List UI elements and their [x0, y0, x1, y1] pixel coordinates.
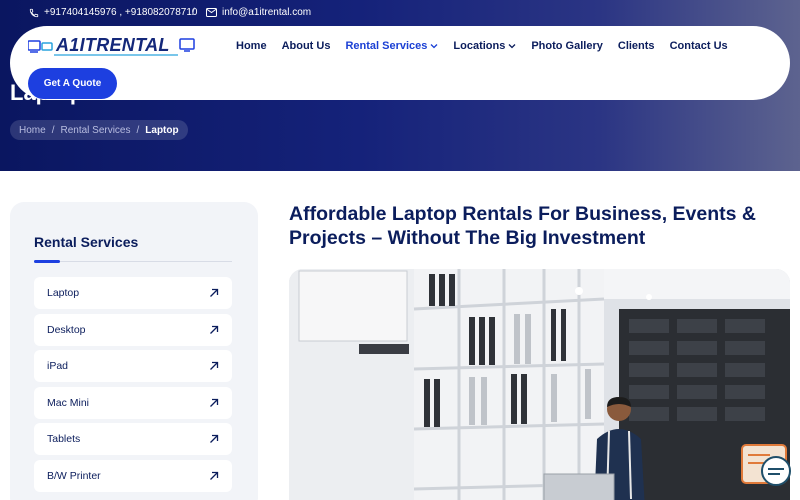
email-address: info@a1itrental.com — [222, 7, 312, 18]
chevron-down-icon — [430, 40, 438, 52]
nav-label: Rental Services — [345, 40, 428, 52]
phone-contact[interactable]: +917404145976 , +918082078710 — [29, 7, 198, 18]
nav-label: Clients — [617, 40, 655, 52]
arrow-up-right-icon — [209, 288, 219, 298]
arrow-up-right-icon — [209, 398, 219, 408]
sidebar-item-desktop[interactable]: Desktop — [34, 313, 232, 346]
nav-locations[interactable]: Locations — [453, 40, 516, 52]
nav-rental-services[interactable]: Rental Services — [345, 40, 438, 52]
nav-contact-us[interactable]: Contact Us — [670, 40, 728, 52]
site-logo[interactable]: A1ITRENTAL — [28, 35, 198, 59]
sidebar-item-mac-mini[interactable]: Mac Mini — [34, 386, 232, 419]
breadcrumb-rental-services[interactable]: Rental Services — [60, 125, 130, 136]
arrow-up-right-icon — [209, 471, 219, 481]
arrow-up-right-icon — [209, 361, 219, 371]
breadcrumb-current: Laptop — [145, 124, 179, 136]
nav-label: Locations — [453, 40, 506, 52]
nav-label: About Us — [281, 40, 331, 52]
nav-label: Contact Us — [669, 40, 728, 52]
phone-numbers: +917404145976 , +918082078710 — [44, 7, 198, 18]
mail-icon — [206, 8, 217, 17]
logo-text: A1ITRENTAL — [56, 35, 170, 55]
nav-label: Home — [236, 40, 267, 52]
breadcrumb: Home / Rental Services / Laptop — [10, 120, 188, 140]
nav-home[interactable]: Home — [236, 40, 267, 52]
sidebar-item-bw-printer[interactable]: B/W Printer — [34, 459, 232, 492]
nav-clients[interactable]: Clients — [618, 40, 655, 52]
chevron-down-icon — [508, 40, 516, 52]
topbar-separator: / — [192, 7, 195, 18]
get-a-quote-button[interactable]: Get A Quote — [28, 68, 117, 99]
nav-about-us[interactable]: About Us — [282, 40, 331, 52]
sidebar-title-accent — [34, 260, 60, 263]
phone-icon — [29, 8, 39, 18]
arrow-up-right-icon — [209, 325, 219, 335]
main-nav: Home About Us Rental Services Locations … — [236, 40, 728, 52]
sidebar-item-label: Tablets — [47, 433, 81, 446]
main-header: A1ITRENTAL Home About Us Rental Services… — [10, 26, 790, 100]
breadcrumb-separator: / — [136, 124, 140, 136]
breadcrumb-separator: / — [51, 124, 55, 136]
nav-photo-gallery[interactable]: Photo Gallery — [531, 40, 603, 52]
sidebar-item-label: Mac Mini — [47, 396, 90, 409]
nav-label: Photo Gallery — [531, 40, 603, 52]
sidebar-item-label: Desktop — [47, 323, 86, 336]
chat-widget-button[interactable] — [740, 443, 792, 489]
sidebar-item-ipad[interactable]: iPad — [34, 350, 232, 383]
arrow-up-right-icon — [209, 434, 219, 444]
store-photo — [289, 269, 790, 500]
sidebar-item-label: Laptop — [47, 287, 80, 299]
sidebar-item-tablets[interactable]: Tablets — [34, 423, 232, 456]
sidebar-item-laptop[interactable]: Laptop — [34, 277, 232, 309]
sidebar-list: Laptop Desktop iPad Mac Mini Tablets B/W… — [34, 277, 232, 497]
sidebar-item-label: iPad — [47, 360, 69, 373]
top-contact-bar: +917404145976 , +918082078710 / info@a1i… — [0, 0, 800, 26]
email-contact[interactable]: info@a1itrental.com — [206, 7, 311, 18]
page-headline: Affordable Laptop Rentals For Business, … — [289, 203, 756, 249]
sidebar-divider — [34, 261, 232, 262]
breadcrumb-home[interactable]: Home — [19, 125, 46, 136]
sidebar-item-label: B/W Printer — [47, 469, 101, 482]
sidebar-title: Rental Services — [34, 234, 139, 250]
rental-services-sidebar: Rental Services Laptop Desktop iPad Mac … — [10, 202, 258, 500]
